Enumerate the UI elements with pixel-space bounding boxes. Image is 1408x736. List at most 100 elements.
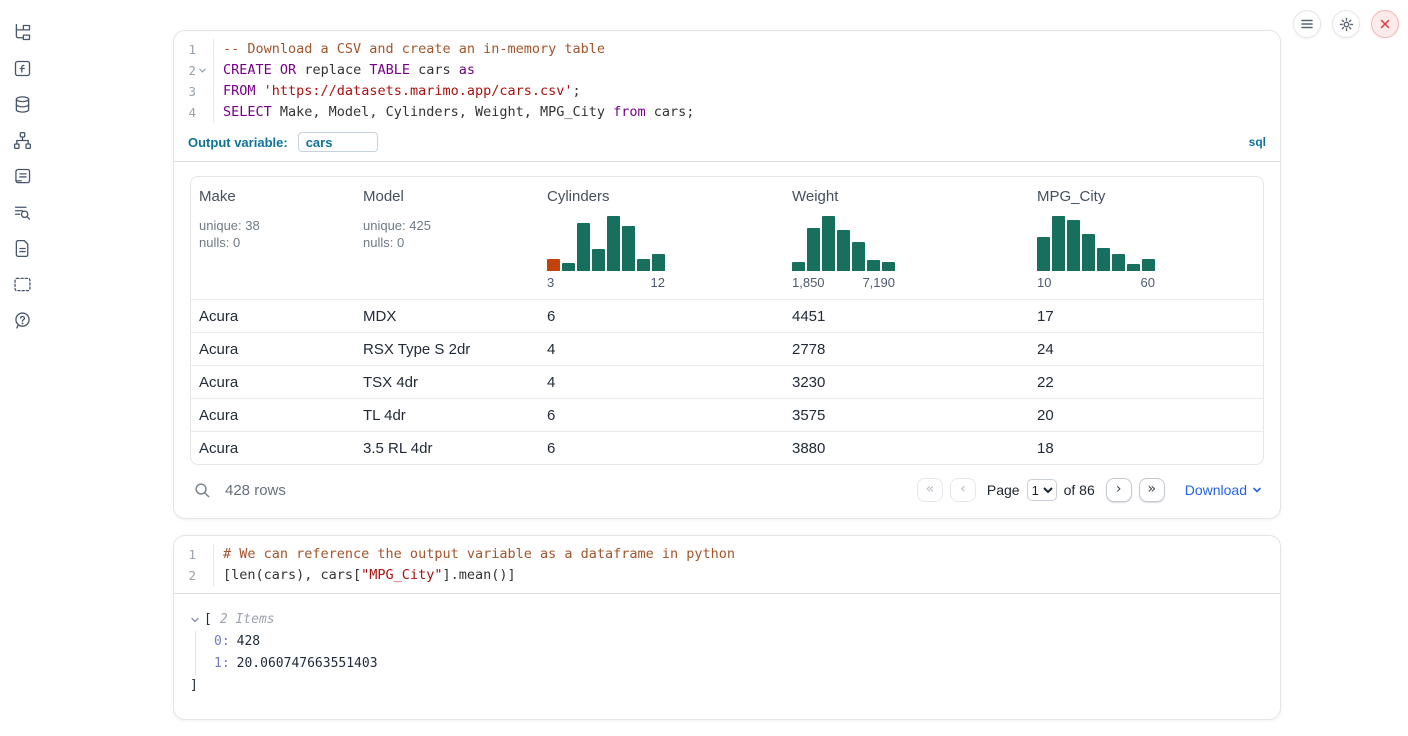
database-icon[interactable] [10, 93, 34, 115]
histogram-bar [1067, 220, 1080, 271]
settings-icon[interactable] [1332, 10, 1360, 38]
sql-code-editor[interactable]: 1-- Download a CSV and create an in-memo… [174, 31, 1280, 130]
fold-gutter [196, 102, 209, 123]
histogram-bars [1037, 216, 1155, 271]
table-row[interactable]: AcuraTSX 4dr4323022 [191, 365, 1263, 398]
collapse-chevron-icon[interactable] [190, 615, 200, 625]
help-icon[interactable] [10, 309, 34, 331]
table-cell: 3880 [784, 440, 1029, 457]
top-actions [1293, 10, 1399, 38]
tree-item-value: 20.060747663551403 [237, 656, 378, 671]
row-count: 428 rows [225, 482, 286, 499]
histogram-bar [577, 223, 590, 271]
output-variable-input[interactable] [298, 132, 378, 152]
close-bracket: ] [190, 675, 1262, 697]
snippets-icon[interactable] [10, 273, 34, 295]
fold-gutter [196, 39, 209, 60]
column-histogram: 1,8507,190 [792, 216, 1021, 290]
page-total: of 86 [1064, 482, 1095, 498]
output-variable-label: Output variable: [188, 135, 288, 150]
table-body: AcuraMDX6445117AcuraRSX Type S 2dr427782… [191, 299, 1263, 464]
shutdown-icon[interactable] [1371, 10, 1399, 38]
code-text: [len(cars), cars["MPG_City"].mean()] [213, 565, 1280, 586]
fold-gutter [196, 81, 209, 102]
histogram-bar [607, 216, 620, 271]
dependency-graph-icon[interactable] [10, 129, 34, 151]
pagination: « ‹ Page 1 of 86 › » Download [910, 478, 1262, 502]
histogram-bar [792, 262, 805, 271]
column-name: Model [363, 188, 531, 205]
column-name: Cylinders [547, 188, 776, 205]
table-row[interactable]: AcuraTL 4dr6357520 [191, 398, 1263, 431]
table-footer: 428 rows « ‹ Page 1 of 86 › » Download [190, 472, 1264, 508]
search-list-icon[interactable] [10, 201, 34, 223]
tree-item-key: 0: [214, 634, 230, 649]
fold-chevron-icon[interactable] [196, 60, 209, 81]
notebook: 1 -- Download a CSV and create an in-memo… [173, 30, 1281, 736]
code-line: 4SELECT Make, Model, Cylinders, Weight, … [174, 102, 1280, 123]
column-header[interactable]: Makeunique: 38nulls: 0 [191, 177, 355, 299]
items-count-label: 2 Items [220, 609, 275, 631]
column-histogram: 312 [547, 216, 776, 290]
column-header[interactable]: Model unique: 425nulls: 0 [355, 177, 539, 299]
code-line: 1-- Download a CSV and create an in-memo… [174, 39, 1280, 60]
menu-icon[interactable] [1293, 10, 1321, 38]
scratchpad-icon[interactable] [10, 165, 34, 187]
page-select[interactable]: 1 [1027, 479, 1057, 501]
histogram-bar [1112, 254, 1125, 271]
prev-page-button[interactable]: ‹ [950, 478, 976, 502]
sql-output: Makeunique: 38nulls: 0 Model unique: 425nu… [174, 162, 1280, 518]
column-name: Make [199, 188, 347, 205]
line-number: 2 [174, 60, 196, 81]
table-cell: 20 [1029, 407, 1263, 424]
helper-panel-sidebar [0, 0, 44, 729]
sql-meta-row: Output variable: sql [174, 130, 1280, 161]
histogram-bar [1037, 237, 1050, 271]
code-text: -- Download a CSV and create an in-memor… [213, 39, 1280, 60]
python-code-editor[interactable]: 1# We can reference the output variable … [174, 536, 1280, 593]
column-stats: unique: 425nulls: 0 [363, 218, 531, 251]
column-header[interactable]: Weight1,8507,190 [784, 177, 1029, 299]
histogram-bar [637, 259, 650, 271]
code-text: FROM 'https://datasets.marimo.app/cars.c… [213, 81, 1280, 102]
line-number: 2 [174, 565, 196, 586]
fold-gutter [196, 565, 209, 586]
document-icon[interactable] [10, 237, 34, 259]
sql-cell: 1 -- Download a CSV and create an in-memo… [173, 30, 1281, 519]
code-line: 1# We can reference the output variable … [174, 544, 1280, 565]
table-row[interactable]: AcuraRSX Type S 2dr4277824 [191, 332, 1263, 365]
table-cell: 6 [539, 407, 784, 424]
table-cell: TL 4dr [355, 407, 539, 424]
function-icon[interactable] [10, 57, 34, 79]
histogram-bar [1127, 264, 1140, 271]
code-text: SELECT Make, Model, Cylinders, Weight, M… [213, 102, 1280, 123]
last-page-button[interactable]: » [1139, 478, 1165, 502]
tree-item: 0:428 [214, 631, 1262, 653]
table-row[interactable]: AcuraMDX6445117 [191, 299, 1263, 332]
next-page-button[interactable]: › [1106, 478, 1132, 502]
table-cell: 3230 [784, 374, 1029, 391]
table-cell: 24 [1029, 341, 1263, 358]
table-cell: 4 [539, 341, 784, 358]
histogram-bar [562, 263, 575, 271]
histogram-bar [852, 242, 865, 271]
column-header[interactable]: MPG_City1060 [1029, 177, 1263, 299]
data-table: Makeunique: 38nulls: 0 Model unique: 425nu… [190, 176, 1264, 465]
file-tree-icon[interactable] [10, 21, 34, 43]
line-number: 3 [174, 81, 196, 102]
open-bracket: [ [204, 609, 212, 631]
column-header[interactable]: Cylinders 312 [539, 177, 784, 299]
histogram-bar [547, 259, 560, 271]
histogram-bar [1082, 234, 1095, 271]
search-icon[interactable] [192, 482, 213, 499]
code-text: # We can reference the output variable a… [213, 544, 1280, 565]
table-row[interactable]: Acura3.5 RL 4dr6388018 [191, 431, 1263, 464]
table-cell: 22 [1029, 374, 1263, 391]
code-line: 3 FROM 'https://datasets.marimo.app/cars.… [174, 81, 1280, 102]
histogram-bars [547, 216, 665, 271]
table-cell: 2778 [784, 341, 1029, 358]
histogram-bar [807, 228, 820, 271]
first-page-button[interactable]: « [917, 478, 943, 502]
download-button[interactable]: Download [1185, 482, 1262, 498]
histogram-bar [1097, 248, 1110, 271]
